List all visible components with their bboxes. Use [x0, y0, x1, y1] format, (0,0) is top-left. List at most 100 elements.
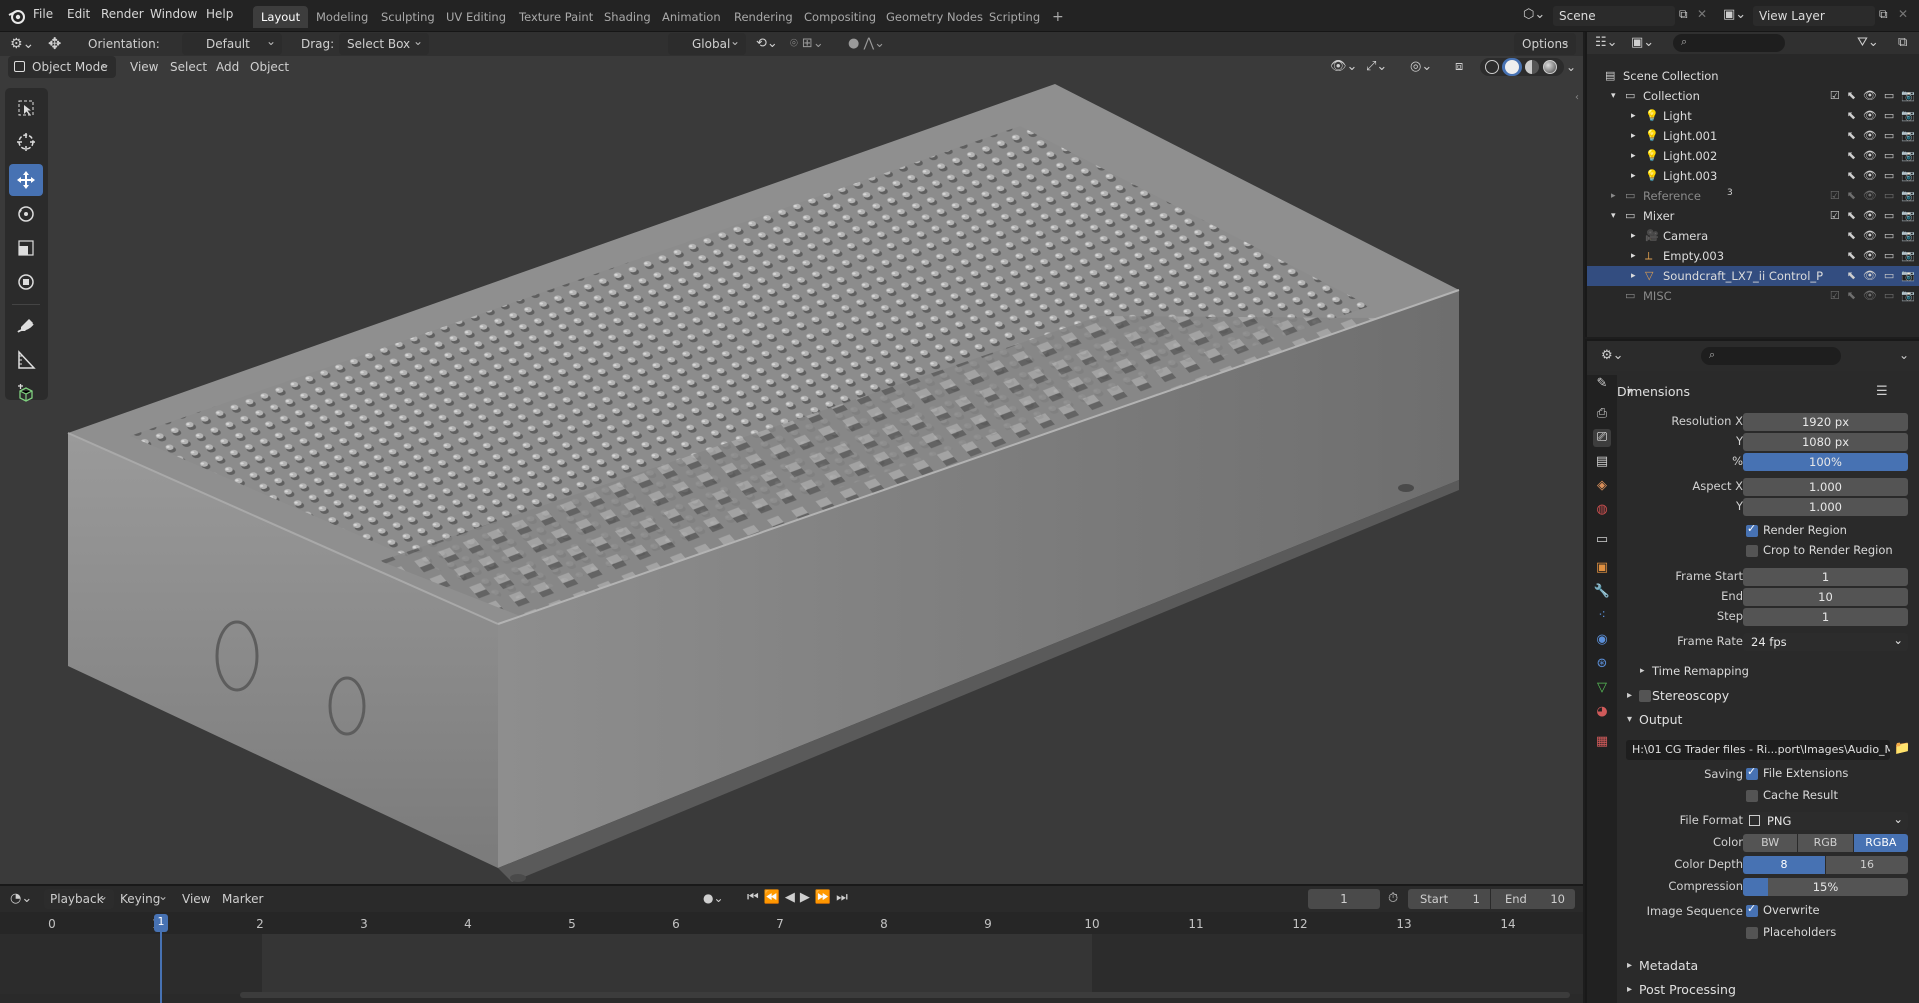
- color-rgba-button[interactable]: RGBA: [1853, 834, 1908, 852]
- expand-arrow-icon[interactable]: ▸: [1631, 146, 1636, 166]
- editor-type-icon[interactable]: ⚙⌄: [10, 33, 34, 55]
- render-icon[interactable]: 📷: [1901, 186, 1915, 206]
- visibility-icon[interactable]: 👁: [1863, 146, 1877, 166]
- frame-rate-dropdown[interactable]: 24 fps ⌄: [1743, 633, 1908, 651]
- pivot-icon[interactable]: ⟲⌄: [756, 33, 778, 55]
- visibility-icon[interactable]: 👁: [1863, 206, 1877, 226]
- tab-geometry-nodes[interactable]: Geometry Nodes: [878, 6, 991, 28]
- start-frame-field[interactable]: Start 1: [1408, 889, 1490, 909]
- viewport-icon[interactable]: ▭: [1884, 106, 1894, 126]
- frame-ruler[interactable]: [0, 912, 1583, 934]
- visibility-icon[interactable]: 👁: [1863, 126, 1877, 146]
- outliner-row[interactable]: ▾ ▭ Mixer ☑ ⬉ 👁 ▭ 📷: [1587, 206, 1919, 226]
- display-mode-icon[interactable]: ▣⌄: [1631, 35, 1654, 50]
- selectable-icon[interactable]: ⬉: [1847, 206, 1856, 226]
- scene-tab-icon[interactable]: ◈: [1593, 477, 1611, 495]
- tab-layout[interactable]: Layout: [253, 6, 309, 28]
- constraints-tab-icon[interactable]: ⊛: [1593, 655, 1611, 673]
- timeline-view-menu[interactable]: View: [182, 892, 210, 906]
- resolution-percent-slider[interactable]: 100%: [1743, 453, 1908, 471]
- tab-sculpting[interactable]: Sculpting: [373, 6, 443, 28]
- outliner-search-input[interactable]: ⌕: [1673, 34, 1785, 52]
- menu-help[interactable]: Help: [206, 7, 233, 21]
- visibility-icon[interactable]: 👁: [1863, 286, 1877, 306]
- stereoscopy-expand-icon[interactable]: ▸: [1627, 690, 1632, 701]
- file-format-dropdown[interactable]: PNG ⌄: [1743, 812, 1908, 830]
- physics-tab-icon[interactable]: ◉: [1593, 631, 1611, 649]
- visibility-icon[interactable]: 👁: [1863, 226, 1877, 246]
- viewport-icon[interactable]: ▭: [1884, 86, 1894, 106]
- render-icon[interactable]: 📷: [1901, 106, 1915, 126]
- render-icon[interactable]: 📷: [1901, 146, 1915, 166]
- render-icon[interactable]: 📷: [1901, 206, 1915, 226]
- collection-tab-icon[interactable]: ▭: [1593, 531, 1611, 549]
- properties-options-chevron-icon[interactable]: ⌄: [1899, 348, 1909, 362]
- view-layer-icon[interactable]: ▣⌄: [1723, 7, 1746, 22]
- drag-dropdown[interactable]: Select Box: [339, 32, 429, 55]
- tab-texture-paint[interactable]: Texture Paint: [511, 6, 601, 28]
- new-view-layer-icon[interactable]: ⧉: [1879, 7, 1888, 22]
- dimensions-panel-title[interactable]: Dimensions: [1617, 384, 1690, 399]
- aspect-y-field[interactable]: 1.000: [1743, 498, 1908, 516]
- outliner-row[interactable]: ▭ MISC ☑ ⬉ 👁 ▭ 📷: [1587, 286, 1919, 306]
- presets-list-icon[interactable]: ☰: [1876, 384, 1888, 399]
- outliner-row[interactable]: ▤ Scene Collection: [1587, 66, 1919, 86]
- scene-type-icon[interactable]: ⬡⌄: [1523, 7, 1545, 22]
- viewport-icon[interactable]: ▭: [1884, 126, 1894, 146]
- resolution-x-field[interactable]: 1920 px: [1743, 413, 1908, 431]
- expand-arrow-icon[interactable]: ▸: [1631, 246, 1636, 266]
- selectable-icon[interactable]: ⬉: [1847, 286, 1856, 306]
- file-extensions-checkbox[interactable]: [1746, 765, 1758, 780]
- preview-range-icon[interactable]: ⏱: [1388, 891, 1398, 906]
- playback-controls[interactable]: ⏮⏪◀▶⏩⏭: [747, 890, 853, 905]
- selectable-icon[interactable]: ⬉: [1847, 86, 1856, 106]
- tab-uv-editing[interactable]: UV Editing: [438, 6, 514, 28]
- menu-edit[interactable]: Edit: [67, 7, 90, 21]
- menu-window[interactable]: Window: [150, 7, 197, 21]
- stereoscopy-panel-title[interactable]: Stereoscopy: [1652, 688, 1729, 703]
- playhead[interactable]: 1: [154, 914, 168, 932]
- viewport-icon[interactable]: ▭: [1884, 266, 1894, 286]
- selectable-icon[interactable]: ⬉: [1847, 186, 1856, 206]
- render-icon[interactable]: 📷: [1901, 126, 1915, 146]
- orientation-dropdown[interactable]: Default: [182, 32, 282, 55]
- render-icon[interactable]: 📷: [1901, 266, 1915, 286]
- outliner-row[interactable]: ▸ ▽ Soundcraft_LX7_ii Control_P ⬉ 👁 ▭ 📷: [1587, 266, 1919, 286]
- selectable-icon[interactable]: ⬉: [1847, 126, 1856, 146]
- keying-menu[interactable]: Keying: [116, 886, 174, 909]
- cache-result-checkbox[interactable]: [1746, 790, 1758, 802]
- view-layer-tab-icon[interactable]: ▤: [1593, 453, 1611, 471]
- outliner-editor-type-icon[interactable]: ☷⌄: [1595, 35, 1618, 50]
- outliner-row[interactable]: ▸ ▭ Reference ☑ ⬉ 👁 ▭ 📷: [1587, 186, 1919, 206]
- folder-browse-icon[interactable]: 📁: [1894, 741, 1910, 756]
- mixer-model[interactable]: [0, 56, 1583, 884]
- delete-view-layer-icon[interactable]: ✕: [1898, 7, 1908, 21]
- outliner-row[interactable]: ▸ 🎥 Camera ⬉ 👁 ▭ 📷: [1587, 226, 1919, 246]
- frame-step-field[interactable]: 1: [1743, 608, 1908, 626]
- time-remapping-expand-icon[interactable]: ▸: [1640, 666, 1645, 676]
- transform-orientation-dropdown[interactable]: Global: [668, 32, 746, 55]
- outliner-row[interactable]: ▸ 💡 Light.003 ⬉ 👁 ▭ 📷: [1587, 166, 1919, 186]
- texture-tab-icon[interactable]: ▦: [1593, 733, 1611, 751]
- selectable-icon[interactable]: ⬉: [1847, 106, 1856, 126]
- playback-menu[interactable]: Playback: [44, 886, 114, 909]
- expand-arrow-icon[interactable]: ▸: [1631, 166, 1636, 186]
- stereoscopy-checkbox[interactable]: [1639, 690, 1651, 702]
- post-processing-expand-icon[interactable]: ▸: [1627, 984, 1632, 995]
- 3d-viewport[interactable]: ⚙⌄ ✥ Orientation: Default Drag: Select B…: [0, 32, 1583, 884]
- blender-logo-icon[interactable]: [8, 7, 26, 25]
- modifier-tab-icon[interactable]: 🔧: [1593, 583, 1611, 601]
- expand-arrow-icon[interactable]: ▸: [1611, 186, 1616, 206]
- color-bw-button[interactable]: BW: [1743, 834, 1798, 852]
- timeline-editor[interactable]: ◔⌄ Playback Keying View Marker ●⌄ ⏮⏪◀▶⏩⏭…: [0, 884, 1583, 1003]
- exclude-checkbox-icon[interactable]: ☑: [1830, 86, 1840, 106]
- post-processing-panel-title[interactable]: Post Processing: [1639, 982, 1736, 997]
- delete-scene-icon[interactable]: ✕: [1697, 7, 1707, 21]
- render-tab-icon[interactable]: ⎙: [1593, 405, 1611, 423]
- timeline-editor-type-icon[interactable]: ◔⌄: [10, 891, 32, 906]
- filter-icon[interactable]: ⛛⌄: [1857, 35, 1879, 50]
- selectable-icon[interactable]: ⬉: [1847, 146, 1856, 166]
- output-tab-icon[interactable]: ⎚: [1593, 429, 1611, 447]
- render-icon[interactable]: 📷: [1901, 166, 1915, 186]
- end-frame-field[interactable]: End 10: [1491, 889, 1575, 909]
